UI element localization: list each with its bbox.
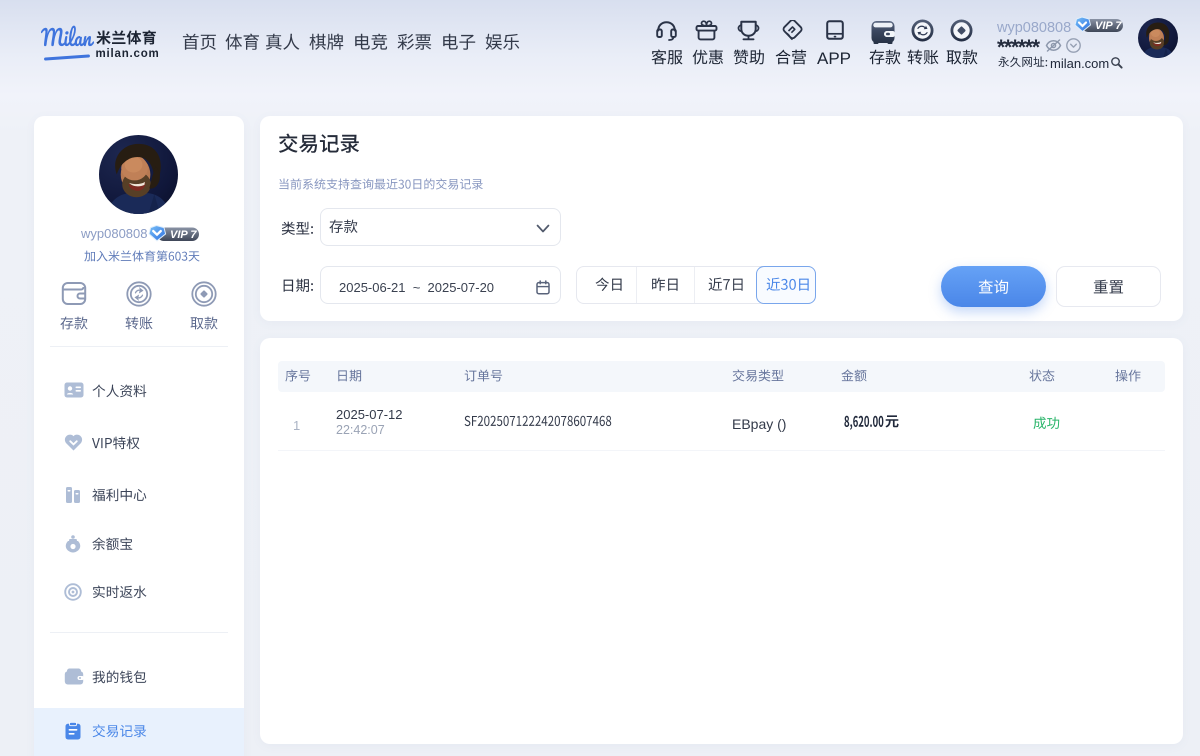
- svg-text:VIP 7: VIP 7: [170, 229, 197, 241]
- svg-text:VIP 7: VIP 7: [1095, 20, 1122, 32]
